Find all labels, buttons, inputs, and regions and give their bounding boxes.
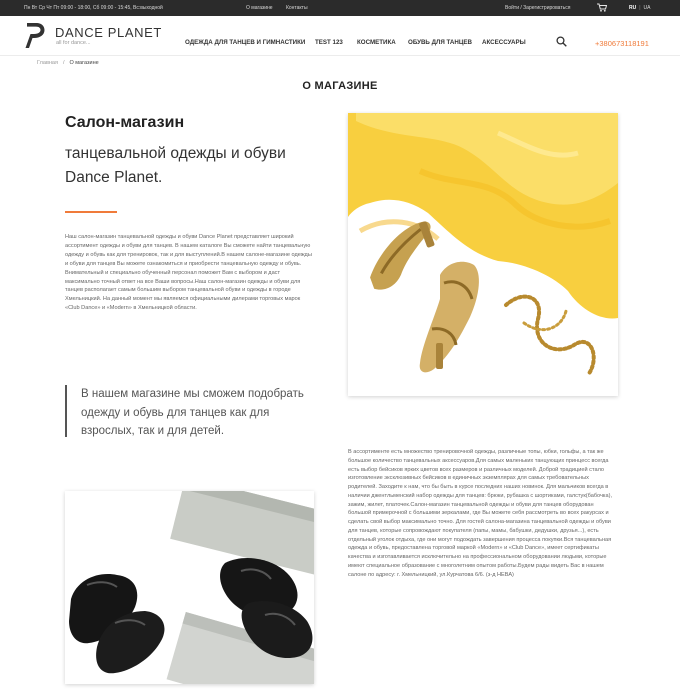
breadcrumb: Главная / О магазине	[37, 60, 99, 66]
quote-block: В нашем магазине мы сможем подобрать оде…	[65, 385, 323, 437]
nav-item-cosmetics[interactable]: КОСМЕТИКА	[357, 39, 396, 46]
header: DANCE PLANET all for dance... ОДЕЖДА ДЛЯ…	[0, 16, 680, 56]
nav-item-clothing[interactable]: ОДЕЖДА ДЛЯ ТАНЦЕВ И ГИМНАСТИКИ	[185, 39, 305, 46]
logo-mark-icon[interactable]	[24, 20, 46, 50]
black-shoes-image	[65, 491, 314, 684]
phone-number[interactable]: +380673118191	[595, 39, 649, 48]
top-link-contacts[interactable]: Контакты	[286, 5, 308, 11]
breadcrumb-home[interactable]: Главная	[37, 60, 58, 66]
nav-item-test[interactable]: TEST 123	[315, 39, 343, 46]
page-title: О МАГАЗИНЕ	[302, 80, 378, 92]
accent-divider	[65, 211, 117, 213]
brand-tagline: all for dance...	[56, 40, 91, 46]
top-bar: Пн Вт Ср Чт Пт 09:00 - 18:00, Сб 09:00 -…	[0, 0, 680, 16]
intro-title: Салон-магазин	[65, 114, 185, 131]
top-links: О магазине Контакты	[246, 5, 320, 11]
intro-text: Наш салон-магазин танцевальной одежды и …	[65, 234, 312, 312]
search-icon[interactable]	[556, 36, 567, 47]
working-hours: Пн Вт Ср Чт Пт 09:00 - 18:00, Сб 09:00 -…	[24, 5, 163, 11]
login-register-link[interactable]: Войти / Зарегистрироваться	[505, 5, 570, 11]
intro-subtitle: танцевальной одежды и обуви Dance Planet…	[65, 145, 286, 186]
cart-icon[interactable]	[597, 3, 607, 12]
lang-ru[interactable]: RU	[629, 5, 636, 11]
breadcrumb-current: О магазине	[69, 60, 99, 66]
nav-item-accessories[interactable]: АКСЕССУАРЫ	[482, 39, 526, 46]
assortment-text: В ассортименте есть множество тренировоч…	[348, 449, 613, 578]
brand-name[interactable]: DANCE PLANET	[55, 25, 162, 40]
language-switcher: RU | UA	[629, 5, 651, 11]
top-link-about[interactable]: О магазине	[246, 5, 273, 11]
nav-item-shoes[interactable]: ОБУВЬ ДЛЯ ТАНЦЕВ	[408, 39, 472, 46]
lang-ua[interactable]: UA	[644, 5, 651, 11]
gold-shoes-image	[348, 113, 618, 396]
